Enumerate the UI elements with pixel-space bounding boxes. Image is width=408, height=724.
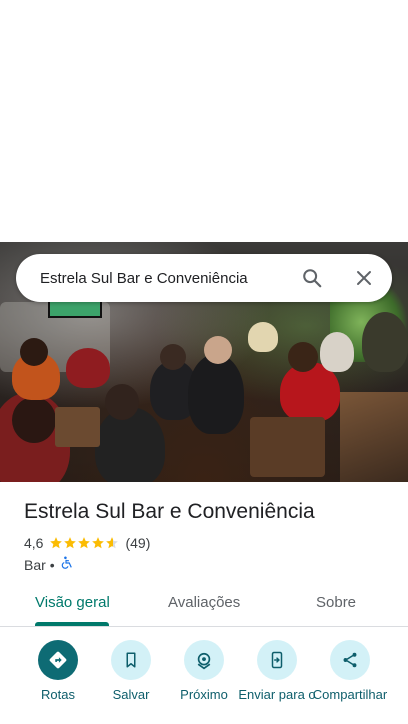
person-decor [188, 354, 244, 434]
tv-screen-decor [48, 300, 102, 318]
search-icon[interactable] [300, 266, 324, 290]
directions-label: Rotas [41, 687, 75, 702]
person-decor [66, 348, 110, 388]
star-icon [50, 537, 63, 549]
table-decor [55, 407, 100, 447]
wheelchair-icon [59, 556, 73, 573]
rating-value: 4,6 [24, 535, 44, 551]
place-category: Bar [24, 556, 46, 573]
person-head-decor [204, 336, 232, 364]
star-icon [64, 537, 77, 549]
person-head-decor [20, 338, 48, 366]
star-icon [78, 537, 91, 549]
nearby-icon[interactable] [184, 640, 224, 680]
star-icon [106, 537, 119, 549]
tab-overview[interactable]: Visão geral [35, 594, 110, 611]
active-tab-indicator [35, 622, 109, 626]
nearby-button[interactable]: Próximo [164, 640, 244, 702]
save-button[interactable]: Salvar [91, 640, 171, 702]
send-to-phone-icon[interactable] [257, 640, 297, 680]
search-bar[interactable]: Estrela Sul Bar e Conveniência [16, 254, 392, 302]
directions-button[interactable]: Rotas [18, 640, 98, 702]
place-title: Estrela Sul Bar e Conveniência [24, 500, 315, 523]
chair-decor [250, 417, 325, 477]
category-row: Bar • [24, 556, 73, 573]
rating-row[interactable]: 4,6 (49) [24, 535, 150, 551]
person-decor [248, 322, 278, 352]
tab-reviews[interactable]: Avaliações [168, 594, 240, 611]
share-label: Compartilhar [312, 687, 388, 702]
separator-dot: • [49, 556, 55, 573]
star-rating [49, 536, 119, 550]
nearby-label: Próximo [180, 687, 228, 702]
person-decor [95, 407, 165, 482]
action-row: Rotas Salvar Próximo Enviar para o Compa… [0, 640, 408, 724]
person-head-decor [12, 397, 56, 443]
send-to-phone-button[interactable]: Enviar para o [237, 640, 317, 702]
tab-bar: Visão geral Avaliações Sobre [0, 580, 408, 627]
save-label: Salvar [112, 687, 150, 702]
star-icon [92, 537, 105, 549]
review-count[interactable]: (49) [125, 535, 150, 551]
share-icon[interactable] [330, 640, 370, 680]
bookmark-icon[interactable] [111, 640, 151, 680]
person-head-decor [288, 342, 318, 372]
person-decor [362, 312, 408, 372]
floor-decor [340, 392, 408, 482]
person-head-decor [105, 384, 139, 420]
search-query[interactable]: Estrela Sul Bar e Conveniência [16, 270, 300, 287]
person-head-decor [160, 344, 186, 370]
close-icon[interactable] [352, 266, 376, 290]
send-to-phone-label: Enviar para o [238, 687, 316, 702]
share-button[interactable]: Compartilhar [310, 640, 390, 702]
tab-about[interactable]: Sobre [316, 594, 356, 611]
person-decor [320, 332, 354, 372]
directions-icon[interactable] [38, 640, 78, 680]
